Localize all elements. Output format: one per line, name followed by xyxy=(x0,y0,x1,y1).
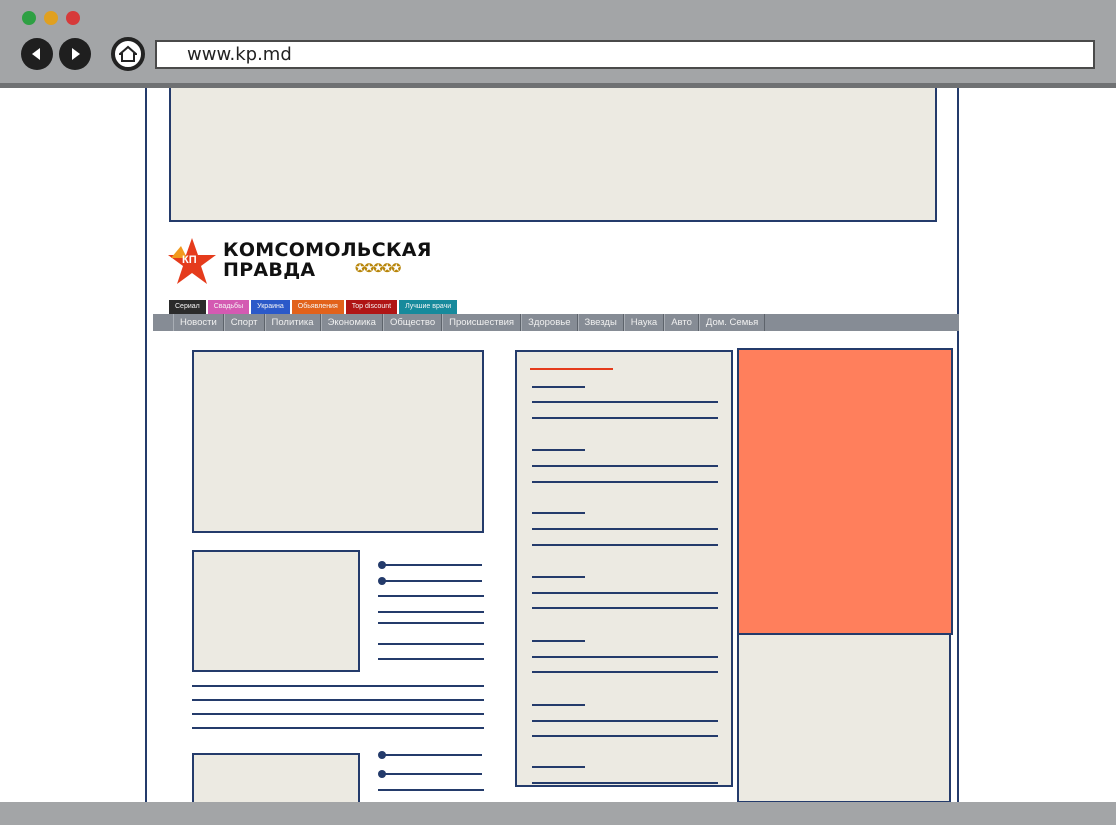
text-line xyxy=(192,713,484,715)
nav-item-home-family[interactable]: Дом. Семья xyxy=(698,314,766,331)
text-line xyxy=(192,699,484,701)
text-line[interactable] xyxy=(382,564,482,566)
browser-status-bar xyxy=(0,802,1116,825)
sidebar-ad-block[interactable] xyxy=(737,348,953,635)
nav-item-society[interactable]: Общество xyxy=(382,314,443,331)
main-navigation: Новости Спорт Политика Экономика Обществ… xyxy=(153,314,959,331)
feed-item-line[interactable] xyxy=(532,720,718,722)
logo-title: КОМСОМОЛЬСКАЯ ПРАВДА xyxy=(223,239,432,281)
feed-item-time xyxy=(532,576,585,578)
feed-item-time xyxy=(532,512,585,514)
medals-icon: ✪✪✪✪✪ xyxy=(355,261,401,275)
feed-item-line[interactable] xyxy=(532,528,718,530)
window-close-dot[interactable] xyxy=(22,11,36,25)
window-maximize-dot[interactable] xyxy=(66,11,80,25)
feed-item-line[interactable] xyxy=(532,592,718,594)
feed-item-line[interactable] xyxy=(532,735,718,737)
feed-item-line[interactable] xyxy=(532,401,718,403)
nav-item-incidents[interactable]: Происшествия xyxy=(442,314,522,331)
logo-badge: КП xyxy=(182,254,197,266)
nav-item-news[interactable]: Новости xyxy=(173,314,224,331)
nav-item-economy[interactable]: Экономика xyxy=(320,314,383,331)
browser-window: www.kp.md КП КОМСОМОЛЬСКАЯ ПРАВДА ✪✪✪✪✪ … xyxy=(0,0,1116,825)
nav-item-politics[interactable]: Политика xyxy=(264,314,321,331)
feed-item-line[interactable] xyxy=(532,481,718,483)
story-image-2[interactable] xyxy=(192,550,360,672)
forward-arrow-icon[interactable] xyxy=(59,38,91,70)
tab-best-doctors[interactable]: Лучшие врачи xyxy=(399,300,458,314)
main-story-image[interactable] xyxy=(192,350,484,533)
text-line xyxy=(192,727,484,729)
tab-serial[interactable]: Сериал xyxy=(169,300,206,314)
tab-weddings[interactable]: Свадьбы xyxy=(207,300,250,314)
nav-item-health[interactable]: Здоровье xyxy=(521,314,578,331)
feed-item-line[interactable] xyxy=(532,782,718,784)
nav-item-auto[interactable]: Авто xyxy=(664,314,699,331)
news-feed-panel xyxy=(515,350,733,787)
feed-item-line[interactable] xyxy=(532,607,718,609)
special-tabs: Сериал Свадьбы Украина Обьявления Top di… xyxy=(169,300,458,314)
browser-toolbar: www.kp.md xyxy=(0,0,1116,86)
feed-item-time xyxy=(532,640,585,642)
text-line[interactable] xyxy=(382,754,482,756)
feed-item-time xyxy=(532,704,585,706)
text-line xyxy=(378,643,484,645)
tab-ukraine[interactable]: Украина xyxy=(251,300,290,314)
text-line[interactable] xyxy=(382,773,482,775)
site-logo[interactable]: КП КОМСОМОЛЬСКАЯ ПРАВДА ✪✪✪✪✪ xyxy=(167,236,431,292)
feed-item-time xyxy=(532,386,585,388)
feed-item-time xyxy=(532,766,585,768)
tab-top-discount[interactable]: Top discount xyxy=(345,300,398,314)
feed-item-time xyxy=(532,449,585,451)
feed-item-line[interactable] xyxy=(532,417,718,419)
text-line xyxy=(192,685,484,687)
nav-item-sport[interactable]: Спорт xyxy=(223,314,265,331)
feed-item-line[interactable] xyxy=(532,671,718,673)
nav-item-science[interactable]: Наука xyxy=(623,314,665,331)
nav-item-stars[interactable]: Звезды xyxy=(577,314,624,331)
sidebar-placeholder xyxy=(737,633,951,803)
home-icon[interactable] xyxy=(111,37,145,71)
url-text: www.kp.md xyxy=(187,44,292,65)
feed-item-line[interactable] xyxy=(532,656,718,658)
feed-item-line[interactable] xyxy=(532,465,718,467)
feed-item-line[interactable] xyxy=(532,544,718,546)
section-header-line xyxy=(530,368,613,370)
tab-ads[interactable]: Обьявления xyxy=(291,300,344,314)
web-page: КП КОМСОМОЛЬСКАЯ ПРАВДА ✪✪✪✪✪ Сериал Сва… xyxy=(145,88,959,813)
text-line[interactable] xyxy=(382,580,482,582)
text-line xyxy=(378,789,484,791)
address-bar[interactable]: www.kp.md xyxy=(155,40,1095,69)
text-line xyxy=(378,611,484,613)
text-line xyxy=(378,595,484,597)
back-arrow-icon[interactable] xyxy=(21,38,53,70)
text-line xyxy=(378,622,484,624)
text-line xyxy=(378,658,484,660)
top-banner-ad[interactable] xyxy=(169,88,937,222)
window-minimize-dot[interactable] xyxy=(44,11,58,25)
